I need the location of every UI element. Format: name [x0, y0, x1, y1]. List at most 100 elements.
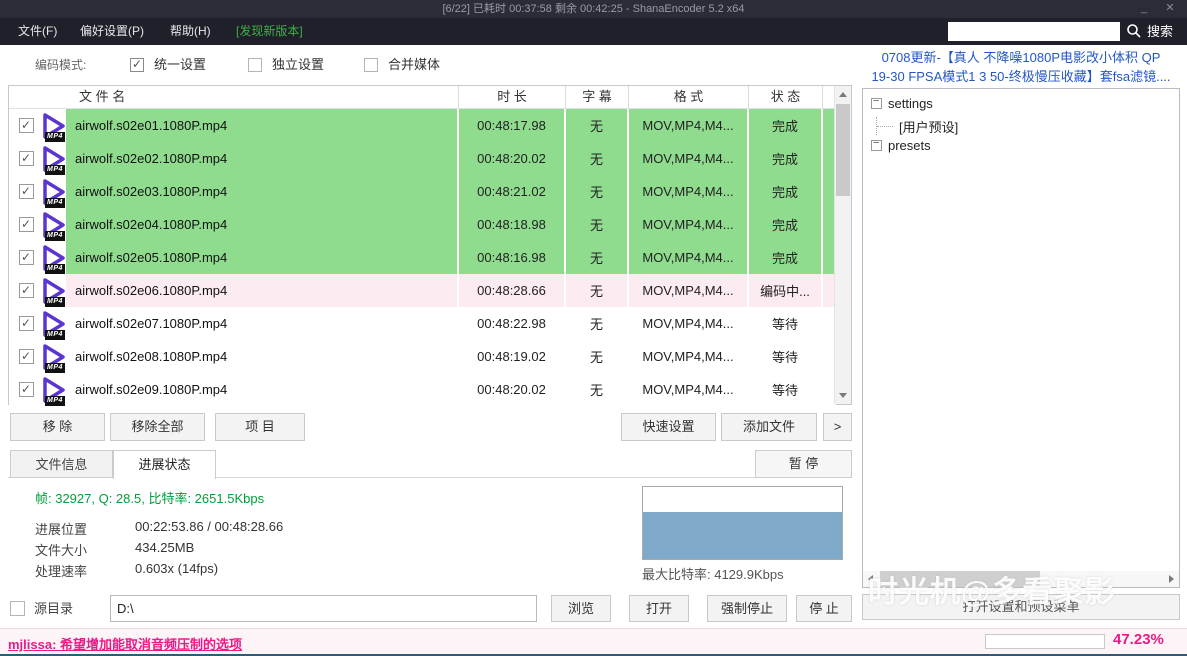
- table-row[interactable]: MP4 airwolf.s02e07.1080P.mp4 00:48:22.98…: [9, 307, 836, 340]
- row-checkbox[interactable]: [19, 316, 34, 331]
- table-row[interactable]: MP4 airwolf.s02e02.1080P.mp4 00:48:20.02…: [9, 142, 836, 175]
- table-row[interactable]: MP4 airwolf.s02e01.1080P.mp4 00:48:17.98…: [9, 109, 836, 142]
- more-button[interactable]: >: [823, 413, 852, 441]
- row-checkbox[interactable]: [19, 151, 34, 166]
- search-button[interactable]: 搜索: [1147, 18, 1173, 45]
- scrollbar-thumb[interactable]: [836, 104, 850, 196]
- status-message[interactable]: mjlissa: 希望增加能取消音频压制的选项: [8, 634, 242, 653]
- column-header-format[interactable]: 格 式: [629, 86, 749, 108]
- file-name: airwolf.s02e08.1080P.mp4: [75, 349, 227, 364]
- file-cell: MP4 airwolf.s02e09.1080P.mp4: [9, 373, 459, 406]
- open-button[interactable]: 打开: [629, 595, 689, 622]
- row-checkbox[interactable]: [19, 283, 34, 298]
- stop-button[interactable]: 停 止: [796, 595, 852, 622]
- minimize-button[interactable]: _: [1133, 0, 1155, 18]
- row-checkbox[interactable]: [19, 118, 34, 133]
- tree-label[interactable]: presets: [888, 138, 931, 153]
- preset-link-line1[interactable]: 0708更新-【真人 不降噪1080P电影改小体积 QP: [860, 47, 1182, 66]
- add-files-button[interactable]: 添加文件: [721, 413, 817, 441]
- bitrate-chart-fill: [643, 512, 842, 559]
- tree-horizontal-scrollbar[interactable]: [863, 571, 1179, 587]
- collapse-icon[interactable]: [871, 140, 882, 151]
- table-scrollbar[interactable]: [834, 86, 851, 404]
- format-cell: MOV,MP4,M4...: [629, 373, 749, 406]
- subtitle-cell: 无: [566, 340, 629, 373]
- open-preset-menu-button[interactable]: 打开设置和预设菜单: [862, 594, 1180, 620]
- quick-settings-button[interactable]: 快速设置: [621, 413, 716, 441]
- table-row[interactable]: MP4 airwolf.s02e09.1080P.mp4 00:48:20.02…: [9, 373, 836, 406]
- tab-progress-status[interactable]: 进展状态: [113, 450, 216, 479]
- progress-position-value: 00:22:53.86 / 00:48:28.66: [135, 519, 283, 534]
- file-name: airwolf.s02e02.1080P.mp4: [75, 151, 227, 166]
- file-cell: MP4 airwolf.s02e05.1080P.mp4: [9, 241, 459, 274]
- column-header-subtitle[interactable]: 字 幕: [566, 86, 629, 108]
- table-row[interactable]: MP4 airwolf.s02e03.1080P.mp4 00:48:21.02…: [9, 175, 836, 208]
- collapse-icon[interactable]: [871, 98, 882, 109]
- duration-cell: 00:48:22.98: [459, 307, 566, 340]
- row-checkbox[interactable]: [19, 382, 34, 397]
- file-cell: MP4 airwolf.s02e03.1080P.mp4: [9, 175, 459, 208]
- checkbox-icon[interactable]: [248, 58, 262, 72]
- source-dir-checkbox[interactable]: [10, 601, 25, 616]
- menu-new-version[interactable]: [发现新版本]: [236, 18, 303, 45]
- subtitle-cell: 无: [566, 274, 629, 307]
- duration-cell: 00:48:20.02: [459, 142, 566, 175]
- scroll-down-icon[interactable]: [835, 387, 851, 404]
- file-size-value: 434.25MB: [135, 540, 194, 555]
- row-checkbox[interactable]: [19, 349, 34, 364]
- status-cell: 等待: [749, 307, 823, 340]
- table-row-encoding[interactable]: MP4 airwolf.s02e06.1080P.mp4 00:48:28.66…: [9, 274, 836, 307]
- shanaencoder-window: [6/22] 已耗时 00:37:58 剩余 00:42:25 - ShanaE…: [0, 0, 1187, 656]
- column-header-status[interactable]: 状 态: [749, 86, 823, 108]
- file-size-label: 文件大小: [35, 540, 87, 559]
- column-header-filename[interactable]: 文 件 名: [9, 86, 459, 108]
- scrollbar-thumb[interactable]: [880, 571, 1040, 587]
- checkbox-icon[interactable]: [364, 58, 378, 72]
- tree-item-presets[interactable]: presets: [871, 138, 931, 156]
- row-checkbox[interactable]: [19, 184, 34, 199]
- source-dir-label: 源目录: [34, 595, 73, 623]
- tab-file-info[interactable]: 文件信息: [10, 450, 113, 478]
- file-name: airwolf.s02e09.1080P.mp4: [75, 382, 227, 397]
- tree-label[interactable]: settings: [888, 96, 933, 111]
- video-file-icon: MP4: [38, 210, 69, 240]
- table-row[interactable]: MP4 airwolf.s02e08.1080P.mp4 00:48:19.02…: [9, 340, 836, 373]
- scroll-left-icon[interactable]: [863, 571, 879, 587]
- checkbox-icon[interactable]: [130, 58, 144, 72]
- preset-tree: settings [用户预设] presets: [862, 88, 1180, 588]
- force-stop-button[interactable]: 强制停止: [707, 595, 787, 622]
- status-cell: 完成: [749, 175, 823, 208]
- tree-item-settings[interactable]: settings: [871, 96, 933, 114]
- tree-item-user-preset[interactable]: [用户预设]: [876, 117, 958, 135]
- column-header-duration[interactable]: 时 长: [459, 86, 566, 108]
- file-name: airwolf.s02e06.1080P.mp4: [75, 283, 227, 298]
- subtitle-cell: 无: [566, 142, 629, 175]
- project-button[interactable]: 项 目: [215, 413, 305, 441]
- total-progress-percent: 47.23%: [1113, 631, 1164, 648]
- remove-all-button[interactable]: 移除全部: [110, 413, 205, 441]
- remove-button[interactable]: 移 除: [10, 413, 105, 441]
- row-checkbox[interactable]: [19, 250, 34, 265]
- search-icon: [1126, 23, 1142, 39]
- browse-button[interactable]: 浏览: [551, 595, 611, 622]
- table-row[interactable]: MP4 airwolf.s02e05.1080P.mp4 00:48:16.98…: [9, 241, 836, 274]
- menu-help[interactable]: 帮助(H): [170, 18, 211, 45]
- pause-button[interactable]: 暂 停: [755, 450, 852, 478]
- scroll-right-icon[interactable]: [1163, 571, 1179, 587]
- file-cell: MP4 airwolf.s02e02.1080P.mp4: [9, 142, 459, 175]
- scroll-up-icon[interactable]: [835, 86, 851, 103]
- menu-preferences[interactable]: 偏好设置(P): [80, 18, 144, 45]
- subtitle-cell: 无: [566, 373, 629, 406]
- mp4-badge: MP4: [45, 297, 65, 307]
- mp4-badge: MP4: [45, 231, 65, 241]
- table-row[interactable]: MP4 airwolf.s02e04.1080P.mp4 00:48:18.98…: [9, 208, 836, 241]
- row-checkbox[interactable]: [19, 217, 34, 232]
- menu-file[interactable]: 文件(F): [18, 18, 57, 45]
- checkbox-label: 统一设置: [154, 45, 206, 85]
- search-input[interactable]: [948, 22, 1120, 41]
- speed-value: 0.603x (14fps): [135, 561, 218, 576]
- close-button[interactable]: ✕: [1159, 0, 1181, 18]
- preset-link-line2[interactable]: 19-30 FPSA模式1 3 50-终极慢压收藏】套fsa滤镜....: [860, 66, 1182, 85]
- duration-cell: 00:48:17.98: [459, 109, 566, 142]
- output-path-input[interactable]: [110, 595, 537, 622]
